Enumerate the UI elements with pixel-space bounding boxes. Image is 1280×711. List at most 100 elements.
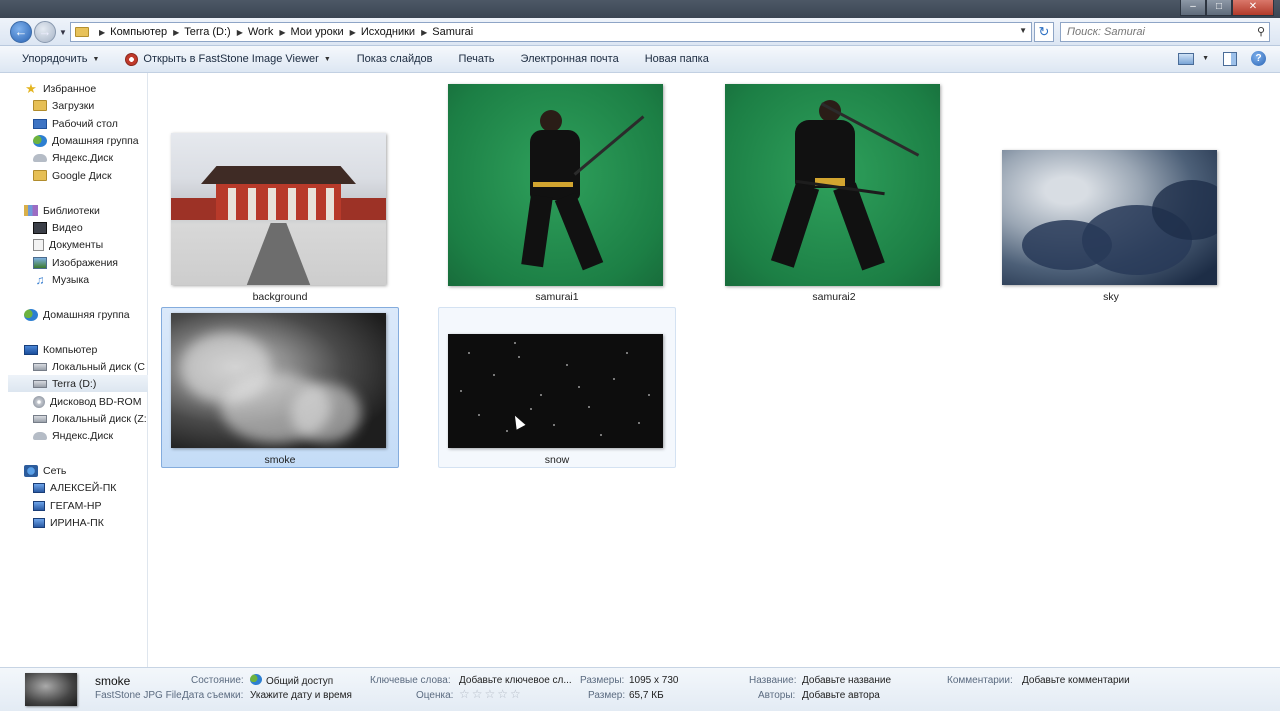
preview-pane-icon[interactable]	[1223, 51, 1237, 66]
keywords-label: Ключевые слова:	[370, 675, 451, 686]
folder-icon	[33, 170, 47, 181]
file-item[interactable]: samurai2	[715, 84, 953, 305]
chevron-down-icon: ▼	[92, 55, 100, 63]
computer-icon	[24, 344, 38, 355]
homegroup-icon	[33, 134, 47, 147]
selected-file-name: smoke	[95, 674, 131, 688]
nav-label: Компьютер	[43, 343, 98, 356]
nav-label: Видео	[52, 221, 83, 234]
cloud-icon	[33, 153, 47, 162]
close-button[interactable]: ✕	[1232, 0, 1274, 16]
authors-label: Авторы:	[758, 690, 796, 701]
selected-file-thumbnail	[25, 673, 77, 706]
breadcrumb-item[interactable]: Компьютер	[110, 26, 167, 38]
share-icon	[250, 674, 262, 685]
nav-label: Terra (D:)	[52, 377, 97, 390]
nav-item-drive-d[interactable]: Terra (D:)	[8, 375, 148, 392]
organize-menu[interactable]: Упорядочить ▼	[0, 46, 112, 73]
nav-label: Локальный диск (C	[52, 360, 145, 373]
state-label: Состояние:	[191, 675, 244, 686]
title-value[interactable]: Добавьте название	[802, 675, 891, 686]
folder-icon	[75, 27, 89, 37]
file-list[interactable]: background samurai1 samurai2 sky smoke s…	[149, 73, 1280, 667]
nav-label: Библиотеки	[43, 204, 100, 217]
nav-label: Избранное	[43, 82, 97, 95]
nav-label: Яндекс.Диск	[52, 429, 114, 442]
refresh-icon[interactable]: ↻	[1034, 22, 1054, 42]
email-label: Электронная почта	[520, 53, 619, 65]
new-folder-button[interactable]: Новая папка	[632, 46, 722, 73]
file-item[interactable]: snow	[438, 307, 676, 468]
keywords-value[interactable]: Добавьте ключевое сл...	[459, 675, 572, 686]
nav-label: Дисковод BD-ROM	[50, 395, 142, 408]
chevron-down-icon: ▼	[323, 55, 331, 63]
nav-label: Яндекс.Диск	[52, 151, 114, 164]
breadcrumb-chevron-icon[interactable]: ▶	[173, 28, 179, 37]
back-button[interactable]: ←	[10, 21, 32, 43]
command-bar-right: ▼ ?	[1178, 51, 1266, 66]
open-with-button[interactable]: Открыть в FastStone Image Viewer ▼	[112, 46, 343, 73]
file-item[interactable]: background	[161, 133, 399, 305]
breadcrumb-item[interactable]: Исходники	[361, 26, 415, 38]
nav-label: Сеть	[43, 464, 67, 477]
pc-icon	[33, 517, 45, 528]
slideshow-label: Показ слайдов	[356, 53, 433, 65]
nav-label: Google Диск	[52, 169, 112, 182]
nav-label: ГЕГАМ-HP	[50, 499, 102, 512]
help-icon[interactable]: ?	[1251, 51, 1266, 66]
breadcrumb-chevron-icon[interactable]: ▶	[99, 28, 105, 37]
comments-value[interactable]: Добавьте комментарии	[1022, 675, 1130, 686]
slideshow-button[interactable]: Показ слайдов	[344, 46, 446, 73]
file-name: sky	[1103, 291, 1119, 303]
size-label: Размер:	[588, 690, 626, 701]
nav-label: Документы	[49, 238, 104, 251]
comments-label: Комментарии:	[947, 675, 1013, 686]
minimize-button[interactable]: –	[1180, 0, 1206, 16]
file-item[interactable]: smoke	[161, 307, 399, 468]
breadcrumb-item[interactable]: Samurai	[432, 26, 473, 38]
selected-file-type: FastStone JPG File	[95, 690, 182, 701]
breadcrumb-chevron-icon[interactable]: ▶	[237, 28, 243, 37]
nav-label: Домашняя группа	[43, 308, 130, 321]
chevron-down-icon: ▼	[1202, 55, 1209, 62]
address-bar[interactable]: ▶ Компьютер ▶ Terra (D:) ▶ Work ▶ Мои ур…	[70, 22, 1032, 42]
network-icon	[24, 464, 38, 477]
breadcrumb-item[interactable]: Мои уроки	[290, 26, 343, 38]
change-view-button[interactable]: ▼	[1178, 52, 1209, 65]
open-with-label: Открыть в FastStone Image Viewer	[143, 53, 319, 65]
search-box[interactable]: ⚲	[1060, 22, 1270, 42]
state-value: Общий доступ	[250, 674, 333, 687]
maximize-button[interactable]: □	[1206, 0, 1232, 16]
breadcrumb-item[interactable]: Work	[248, 26, 273, 38]
recent-pages-dropdown-icon[interactable]: ▼	[59, 28, 67, 37]
command-bar: Упорядочить ▼ Открыть в FastStone Image …	[0, 46, 1280, 73]
rating-stars[interactable]: ☆☆☆☆☆	[459, 687, 523, 701]
print-button[interactable]: Печать	[445, 46, 507, 73]
organize-label: Упорядочить	[22, 53, 88, 65]
nav-label: Домашняя группа	[52, 134, 139, 147]
size-value: 65,7 КБ	[629, 690, 664, 701]
search-input[interactable]	[1061, 23, 1241, 41]
video-icon	[33, 221, 47, 234]
file-name: samurai1	[535, 291, 579, 303]
email-button[interactable]: Электронная почта	[508, 46, 632, 73]
breadcrumb-item[interactable]: Terra (D:)	[184, 26, 230, 38]
new-folder-label: Новая папка	[644, 53, 709, 65]
file-name: snow	[544, 454, 570, 466]
drive-icon	[33, 362, 47, 371]
date-value[interactable]: Укажите дату и время	[250, 690, 352, 701]
faststone-icon	[125, 52, 139, 66]
breadcrumb-chevron-icon[interactable]: ▶	[279, 28, 285, 37]
file-item[interactable]: sky	[992, 144, 1230, 305]
file-thumbnail	[448, 84, 663, 286]
pc-icon	[33, 500, 45, 511]
forward-button[interactable]: →	[34, 21, 56, 43]
network-drive-icon	[33, 414, 47, 423]
address-dropdown-icon[interactable]: ▼	[1019, 26, 1027, 35]
search-icon[interactable]: ⚲	[1257, 25, 1265, 38]
view-icon	[1178, 52, 1195, 65]
file-item[interactable]: samurai1	[438, 84, 676, 305]
breadcrumb-chevron-icon[interactable]: ▶	[421, 28, 427, 37]
authors-value[interactable]: Добавьте автора	[802, 690, 880, 701]
breadcrumb-chevron-icon[interactable]: ▶	[350, 28, 356, 37]
